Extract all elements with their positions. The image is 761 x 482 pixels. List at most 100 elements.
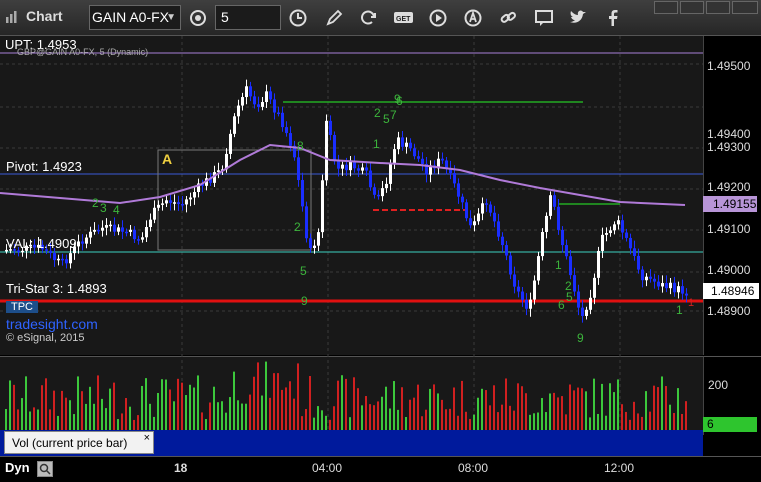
volume-bar	[137, 415, 139, 430]
volume-bar	[93, 403, 95, 430]
candle-body	[545, 215, 548, 232]
volume-bar	[677, 388, 679, 430]
candle-body	[157, 204, 160, 208]
volume-bar	[9, 380, 11, 430]
volume-bar	[165, 379, 167, 430]
seq-number: 9	[577, 331, 584, 345]
volume-bar	[273, 373, 275, 430]
candle-body	[105, 225, 108, 228]
candle-body	[109, 224, 112, 227]
volume-bar	[553, 392, 555, 430]
volume-bar	[605, 415, 607, 430]
volume-bar	[589, 417, 591, 430]
candle-body	[389, 163, 392, 184]
volume-bar	[481, 388, 483, 430]
volume-bar	[321, 410, 323, 430]
candle-body	[685, 293, 688, 296]
volume-bar	[197, 375, 199, 430]
volume-bar	[509, 405, 511, 430]
volume-bar	[573, 390, 575, 430]
pivot-label: Pivot: 1.4923	[6, 159, 82, 174]
candle-body	[629, 237, 632, 249]
volume-bar	[349, 417, 351, 430]
volume-bar	[401, 387, 403, 430]
candle-body	[529, 299, 532, 309]
candle-body	[277, 112, 280, 115]
candle-body	[329, 120, 332, 136]
price-tick: 1.49200	[707, 180, 751, 194]
candle-body	[333, 135, 336, 162]
volume-bar	[545, 412, 547, 430]
candle-body	[365, 167, 368, 171]
volume-bar	[389, 408, 391, 430]
candle-body	[345, 164, 348, 171]
volume-bar	[73, 414, 75, 430]
volume-bar	[297, 363, 299, 430]
candle-body	[297, 157, 300, 181]
candle-body	[593, 277, 596, 298]
volume-bar	[37, 409, 39, 430]
volume-bar	[445, 409, 447, 430]
volume-bar	[33, 407, 35, 430]
volume-bar	[221, 401, 223, 430]
candle-body	[133, 229, 136, 240]
candle-body	[481, 203, 484, 214]
volume-bar	[657, 387, 659, 430]
volume-bar	[49, 409, 51, 430]
seq-number: 2	[92, 196, 99, 210]
candle-body	[57, 258, 60, 261]
volume-bar	[69, 400, 71, 430]
volume-bar	[205, 419, 207, 430]
candle-body	[253, 96, 256, 105]
candle-body	[597, 250, 600, 278]
moving-average-label: GBP@GAIN A0-FX, 5 (Dynamic)	[17, 47, 149, 57]
volume-bar	[45, 378, 47, 430]
volume-bar	[157, 392, 159, 430]
volume-bar	[601, 383, 603, 430]
volume-bar	[637, 413, 639, 430]
volume-bar	[77, 376, 79, 430]
volume-bar	[665, 386, 667, 430]
candle-body	[521, 291, 524, 300]
volume-bar	[673, 412, 675, 430]
a-marker: A	[162, 151, 173, 167]
candle-body	[341, 164, 344, 169]
volume-bar	[241, 403, 243, 430]
candle-body	[241, 97, 244, 106]
volume-bar	[441, 399, 443, 430]
volume-bar	[233, 371, 235, 430]
candle-body	[673, 282, 676, 293]
volume-bar	[265, 361, 267, 430]
esignal-chart-window: Chart GAIN A0-FX ▼ 5 GET Vol (current pr…	[0, 0, 761, 482]
candle-body	[269, 91, 272, 100]
volume-bar	[329, 419, 331, 430]
candle-body	[397, 137, 400, 150]
candle-body	[373, 187, 376, 195]
candle-body	[557, 206, 560, 230]
volume-bar	[369, 404, 371, 430]
brand-label[interactable]: tradesight.com	[6, 316, 98, 332]
candle-body	[613, 224, 616, 231]
seq-number: 7	[390, 108, 397, 122]
chart-graphics	[0, 36, 703, 430]
volume-bar	[25, 376, 27, 430]
volume-bar	[29, 411, 31, 430]
candle-body	[129, 229, 132, 232]
volume-bar	[617, 379, 619, 430]
tristar-label: Tri-Star 3: 1.4893	[6, 281, 107, 296]
candle-body	[93, 229, 96, 232]
volume-bar	[533, 413, 535, 430]
volume-bar	[377, 401, 379, 430]
volume-bar	[365, 396, 367, 430]
price-tick: 1.49000	[707, 263, 751, 277]
candle-body	[573, 275, 576, 292]
volume-bar	[477, 397, 479, 430]
candle-body	[89, 231, 92, 238]
candle-body	[289, 133, 292, 146]
candle-body	[85, 237, 88, 244]
volume-bar	[433, 384, 435, 430]
candle-body	[409, 142, 412, 149]
price-tick: 1.49100	[707, 222, 751, 236]
candle-body	[273, 99, 276, 113]
volume-bar	[449, 408, 451, 430]
